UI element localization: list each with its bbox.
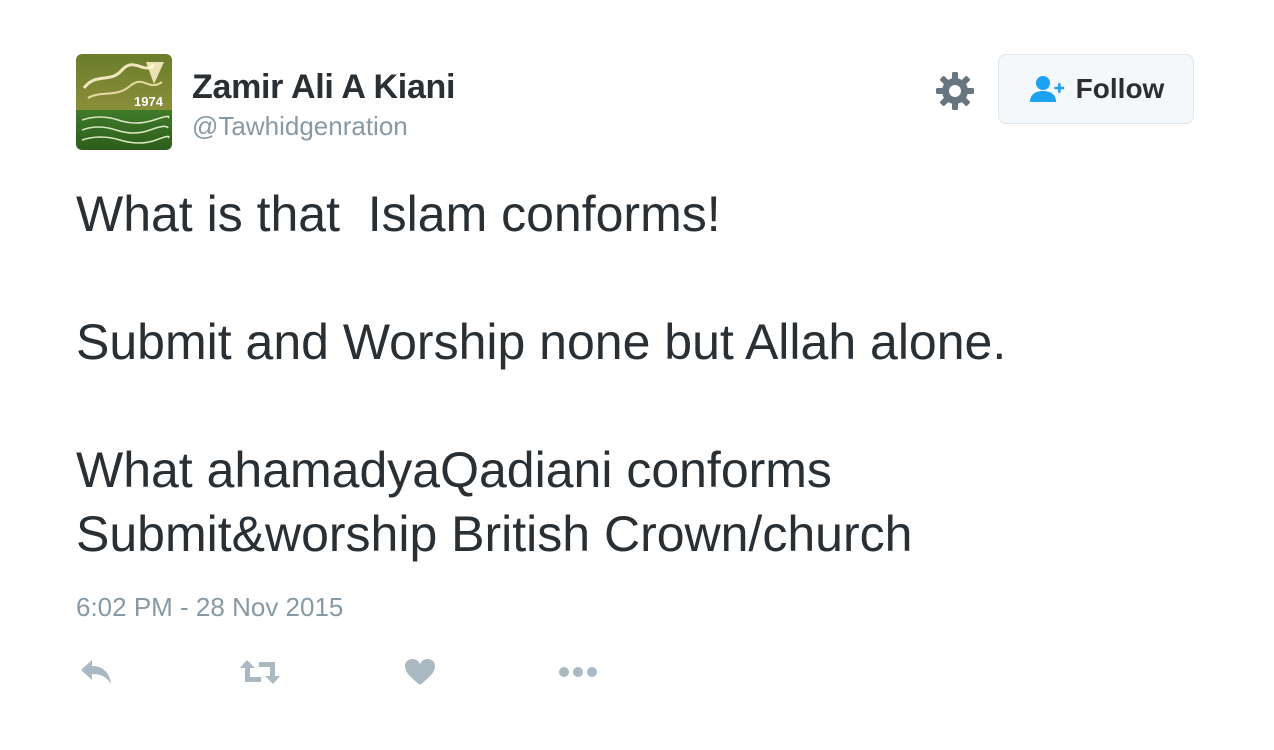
tweet-line: Submit&worship British Crown/church	[76, 506, 913, 562]
tweet-line: What is that Islam conforms!	[76, 186, 721, 242]
retweet-button[interactable]	[238, 652, 282, 692]
heart-icon	[405, 659, 435, 685]
reply-button[interactable]	[76, 652, 116, 692]
svg-text:1974: 1974	[134, 94, 164, 109]
gear-icon[interactable]	[934, 70, 976, 112]
tweet-line-break	[76, 246, 1196, 310]
more-button[interactable]	[556, 652, 600, 692]
tweet-line: What ahamadyaQadiani conforms	[76, 442, 832, 498]
avatar-image: 1974	[76, 54, 172, 150]
more-dots-icon	[559, 667, 597, 677]
retweet-icon	[240, 660, 280, 684]
follow-button-label: Follow	[1075, 73, 1165, 104]
tweet-timestamp[interactable]: 6:02 PM - 28 Nov 2015	[76, 592, 343, 623]
tweet-line: Submit and Worship none but Allah alone.	[76, 314, 1007, 370]
user-display-name[interactable]: Zamir Ali A Kiani	[192, 68, 455, 107]
user-handle[interactable]: @Tawhidgenration	[192, 111, 408, 142]
follow-button[interactable]: Follow	[998, 54, 1194, 124]
tweet-text: What is that Islam conforms! Submit and …	[76, 182, 1196, 566]
avatar[interactable]: 1974	[76, 54, 172, 150]
tweet-line-break	[76, 374, 1196, 438]
reply-icon	[81, 660, 111, 684]
like-button[interactable]	[402, 652, 438, 692]
add-user-icon	[1029, 76, 1064, 102]
